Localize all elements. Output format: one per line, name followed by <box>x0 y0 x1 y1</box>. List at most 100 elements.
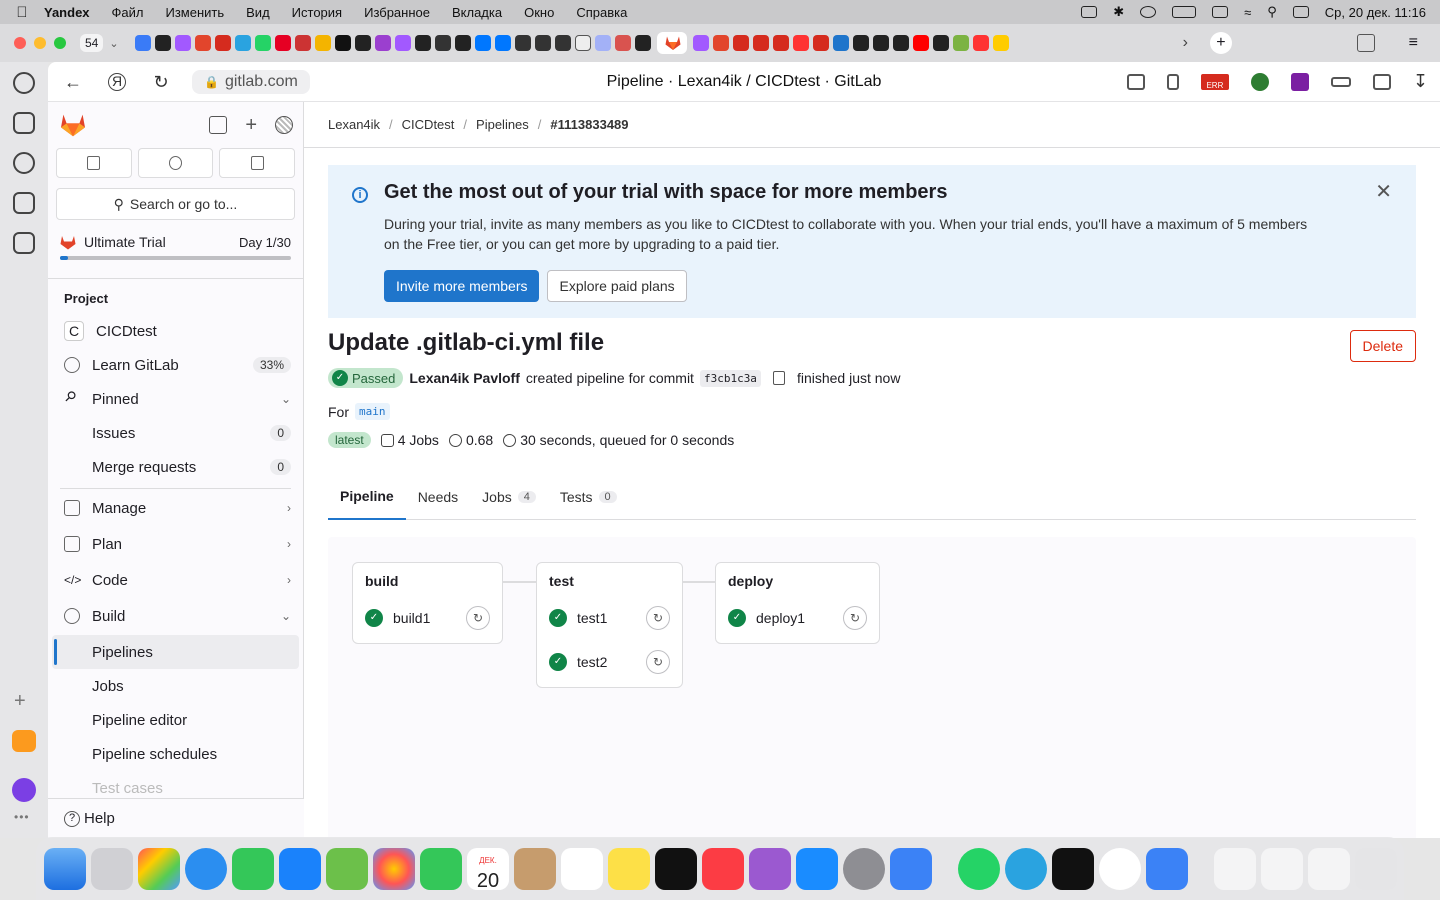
tab-favicon[interactable] <box>614 35 631 51</box>
system-settings-icon[interactable] <box>843 847 885 890</box>
tab-favicon[interactable] <box>254 35 271 51</box>
tab-favicon[interactable] <box>514 35 531 51</box>
tab-favicon[interactable] <box>732 35 749 51</box>
input-source-icon[interactable] <box>1212 6 1229 18</box>
tab-favicon[interactable] <box>154 35 171 51</box>
tab-favicon[interactable] <box>314 35 331 51</box>
translate-icon[interactable] <box>1126 73 1145 90</box>
menu-item-view[interactable]: Вид <box>246 5 270 20</box>
tab-favicon[interactable] <box>394 35 411 51</box>
notes-icon[interactable] <box>608 847 650 890</box>
sidebar-item-plan[interactable]: Plan › <box>52 527 299 561</box>
gitlab-logo-icon[interactable] <box>60 113 86 137</box>
extension-icon[interactable] <box>1290 72 1309 91</box>
tab-tests[interactable]: Tests 0 <box>548 474 629 520</box>
trash-icon[interactable] <box>1355 847 1397 890</box>
tabs-icon[interactable] <box>13 192 35 214</box>
tab-favicon[interactable] <box>912 35 929 51</box>
tab-count[interactable]: 54 <box>80 34 104 52</box>
podcasts-icon[interactable] <box>749 847 791 890</box>
retry-button[interactable]: ↻ <box>646 606 670 630</box>
job-deploy1[interactable]: ✓ deploy1 ↻ <box>728 603 867 633</box>
merge-requests-shortcut-button[interactable] <box>137 148 214 178</box>
menu-item-file[interactable]: Файл <box>112 5 144 20</box>
tab-favicon[interactable] <box>574 35 591 51</box>
maps-icon[interactable] <box>326 847 368 890</box>
trial-widget[interactable]: Ultimate Trial Day 1/30 <box>60 234 291 250</box>
tab-favicon[interactable] <box>554 35 571 51</box>
alice-assistant-icon[interactable] <box>12 778 36 802</box>
yandex-browser-icon[interactable] <box>1099 847 1141 890</box>
menu-item-help[interactable]: Справка <box>576 5 627 20</box>
zoom-window-icon[interactable] <box>54 37 66 49</box>
issues-shortcut-button[interactable] <box>56 148 132 178</box>
contacts-icon[interactable] <box>514 847 556 890</box>
reminders-icon[interactable] <box>561 847 603 890</box>
url-field[interactable]: 🔒 gitlab.com <box>192 69 310 94</box>
tab-needs[interactable]: Needs <box>406 474 470 520</box>
tab-favicon[interactable] <box>434 35 451 51</box>
retry-button[interactable]: ↻ <box>466 606 490 630</box>
tab-favicon[interactable] <box>772 35 789 51</box>
create-new-icon[interactable]: + <box>245 114 257 137</box>
screenshot-app-icon[interactable] <box>91 847 133 890</box>
tab-favicon[interactable] <box>214 35 231 51</box>
sidebar-item-build[interactable]: Build ⌄ <box>52 599 299 633</box>
extension-icon[interactable] <box>1250 72 1269 91</box>
job-build1[interactable]: ✓ build1 ↻ <box>365 603 490 633</box>
tab-favicon[interactable] <box>334 35 351 51</box>
add-panel-icon[interactable]: + <box>14 690 26 713</box>
sidebar-item-pipeline-editor[interactable]: Pipeline editor <box>52 703 299 737</box>
yandex-icon[interactable]: Я <box>108 72 126 91</box>
branch-link[interactable]: main <box>355 403 390 420</box>
tab-favicon[interactable] <box>174 35 191 51</box>
tab-favicon[interactable] <box>594 35 611 51</box>
calendar-icon[interactable]: ДЕК. 20 <box>467 847 509 891</box>
launchpad-icon[interactable] <box>138 847 180 890</box>
tab-favicon[interactable] <box>932 35 949 51</box>
breadcrumb-pipelines[interactable]: Pipelines <box>476 117 529 132</box>
tab-favicon[interactable] <box>454 35 471 51</box>
retry-button[interactable]: ↻ <box>646 650 670 674</box>
tab-favicon[interactable] <box>294 35 311 51</box>
document-stack-icon[interactable] <box>1214 847 1256 890</box>
terminal-icon[interactable] <box>1052 847 1094 890</box>
messages-icon[interactable] <box>232 847 274 890</box>
tab-favicon[interactable] <box>634 35 651 51</box>
reload-icon[interactable]: ↻ <box>150 71 172 93</box>
tab-favicon[interactable] <box>692 35 709 51</box>
sidebar-item-pipeline-schedules[interactable]: Pipeline schedules <box>52 737 299 771</box>
chevron-down-icon[interactable]: ⌄ <box>109 37 118 50</box>
sidebar-item-code[interactable]: </> Code › <box>52 563 299 597</box>
video-icon[interactable] <box>13 152 35 174</box>
tab-favicon[interactable] <box>832 35 849 51</box>
tab-favicon[interactable] <box>892 35 909 51</box>
tab-favicon[interactable] <box>354 35 371 51</box>
tab-favicon[interactable] <box>494 35 511 51</box>
tab-favicon[interactable] <box>792 35 809 51</box>
tab-favicon[interactable] <box>474 35 491 51</box>
collections-icon[interactable] <box>13 112 35 134</box>
bookmark-icon[interactable] <box>1166 73 1179 90</box>
mail-icon[interactable] <box>279 847 321 890</box>
whatsapp-icon[interactable] <box>958 847 1000 890</box>
sidebar-item-jobs[interactable]: Jobs <box>52 669 299 703</box>
new-tab-button[interactable]: + <box>1209 32 1232 54</box>
status-app-icon[interactable] <box>1081 6 1098 18</box>
tab-pipeline[interactable]: Pipeline <box>328 474 406 520</box>
control-center-icon[interactable] <box>1292 6 1309 18</box>
simulator-icon[interactable] <box>1146 847 1188 890</box>
download-icon[interactable]: ↧ <box>1413 71 1428 92</box>
finder-icon[interactable] <box>44 847 86 890</box>
commit-sha[interactable]: f3cb1c3a <box>699 369 761 387</box>
menu-app-name[interactable]: Yandex <box>44 5 90 20</box>
menu-item-edit[interactable]: Изменить <box>166 5 225 20</box>
active-tab[interactable] <box>656 32 687 54</box>
telegram-icon[interactable] <box>1005 847 1047 890</box>
battery-extension-icon[interactable] <box>1330 76 1351 87</box>
close-icon[interactable]: ✕ <box>1375 179 1392 204</box>
window-preview-icon[interactable] <box>1261 847 1303 890</box>
close-window-icon[interactable] <box>14 37 26 49</box>
back-icon[interactable]: ← <box>62 71 84 93</box>
search-button[interactable]: ⚲ Search or go to... <box>56 188 295 220</box>
